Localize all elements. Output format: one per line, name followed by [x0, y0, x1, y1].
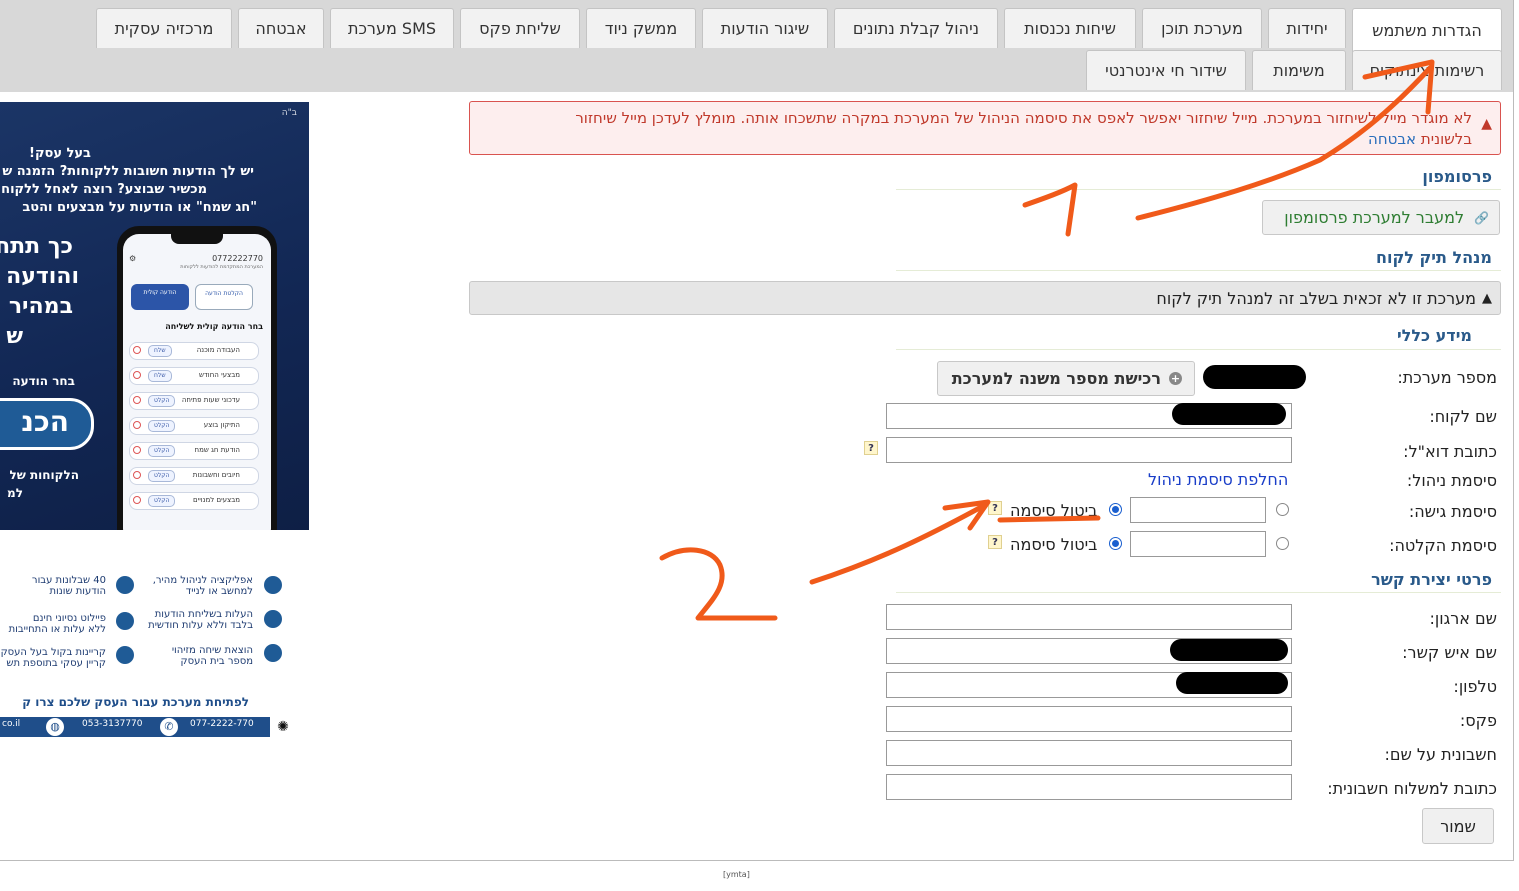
annotation-number-1	[1022, 182, 1078, 237]
annotation-overlay	[659, 59, 1435, 621]
annotation-underline	[997, 515, 1101, 523]
annotation-arrow-1	[1135, 65, 1433, 221]
annotation-arrow-2	[809, 502, 988, 585]
annotation-number-2	[659, 547, 778, 621]
annotation-arrowhead-1	[1362, 59, 1435, 115]
